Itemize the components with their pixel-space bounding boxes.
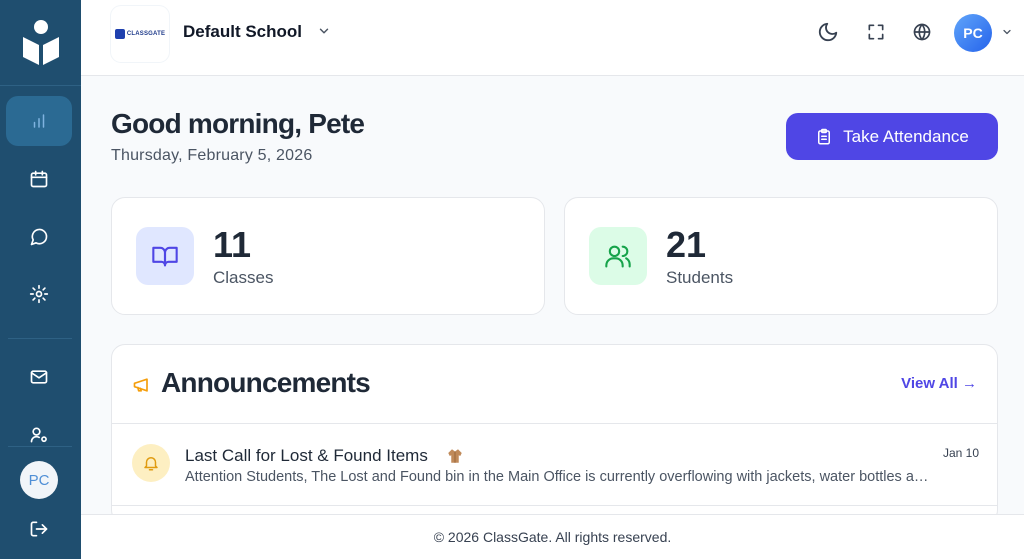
school-selector[interactable]: Default School [183,22,302,42]
sidebar-divider [8,446,72,447]
coat-emoji-icon [448,449,462,463]
chevron-down-icon[interactable] [317,24,331,38]
bell-icon-badge [132,444,170,482]
globe-icon [913,23,931,41]
gear-icon [29,284,49,304]
stat-value: 21 [666,224,707,265]
announcement-title: Last Call for Lost & Found Items [185,446,428,465]
announcements-card: Announcements View All → Last Call for L… [111,344,998,524]
stat-icon-classes [136,227,194,285]
nav-mail[interactable] [6,352,72,402]
bell-icon [144,457,158,471]
sidebar-avatar[interactable]: PC [20,461,58,499]
stat-label: Students [666,268,734,287]
school-logo-text: CLASSGATE [126,31,166,37]
classgate-mark-icon [114,29,125,39]
logout-button[interactable] [6,504,72,554]
announcement-item[interactable]: Last Call for Lost & Found Items Attenti… [112,424,997,508]
announcement-description: Attention Students, The Lost and Found b… [185,469,930,485]
bar-chart-icon [33,114,45,128]
chevron-down-icon[interactable] [1001,26,1013,38]
stat-card-classes[interactable]: 11 Classes [111,197,545,315]
greeting-title: Good morning, Pete [111,108,365,139]
take-attendance-button[interactable]: Take Attendance [786,113,998,160]
current-date: Thursday, February 5, 2026 [111,147,313,164]
users-icon [605,245,631,268]
stat-icon-students [589,227,647,285]
app-logo[interactable] [0,0,81,86]
top-header: CLASSGATE Default School PC [81,0,1024,76]
megaphone-icon [133,378,148,392]
announcements-title: Announcements [161,367,371,398]
stat-label: Classes [213,268,274,287]
moon-icon [818,22,838,42]
open-book-icon [152,246,178,267]
message-icon [30,228,48,246]
nav-dashboard[interactable] [6,96,72,146]
nav-messages[interactable] [6,212,72,262]
sidebar-divider [8,338,72,339]
announcement-date: Jan 10 [942,446,979,460]
view-all-link[interactable]: View All → [901,375,977,392]
reader-logo-icon [22,19,59,65]
user-avatar[interactable]: PC [954,14,992,52]
mail-icon [30,370,48,384]
nav-settings[interactable] [6,269,72,319]
fullscreen-button[interactable] [864,20,888,44]
clipboard-icon [818,128,831,144]
nav-user-settings[interactable] [6,410,72,460]
dark-mode-toggle[interactable] [816,20,840,44]
calendar-icon [30,170,48,188]
language-button[interactable] [910,20,934,44]
school-logo[interactable]: CLASSGATE [111,6,169,62]
stat-card-students[interactable]: 21 Students [564,197,998,315]
take-attendance-label: Take Attendance [843,126,969,146]
footer: © 2026 ClassGate. All rights reserved. [81,514,1024,559]
divider [112,505,997,506]
stat-value: 11 [213,224,252,265]
sidebar: PC [0,0,81,559]
nav-calendar[interactable] [6,154,72,204]
user-settings-icon [30,427,47,443]
copyright-text: © 2026 ClassGate. All rights reserved. [433,529,672,545]
fullscreen-icon [868,24,884,40]
logout-icon [30,521,48,537]
